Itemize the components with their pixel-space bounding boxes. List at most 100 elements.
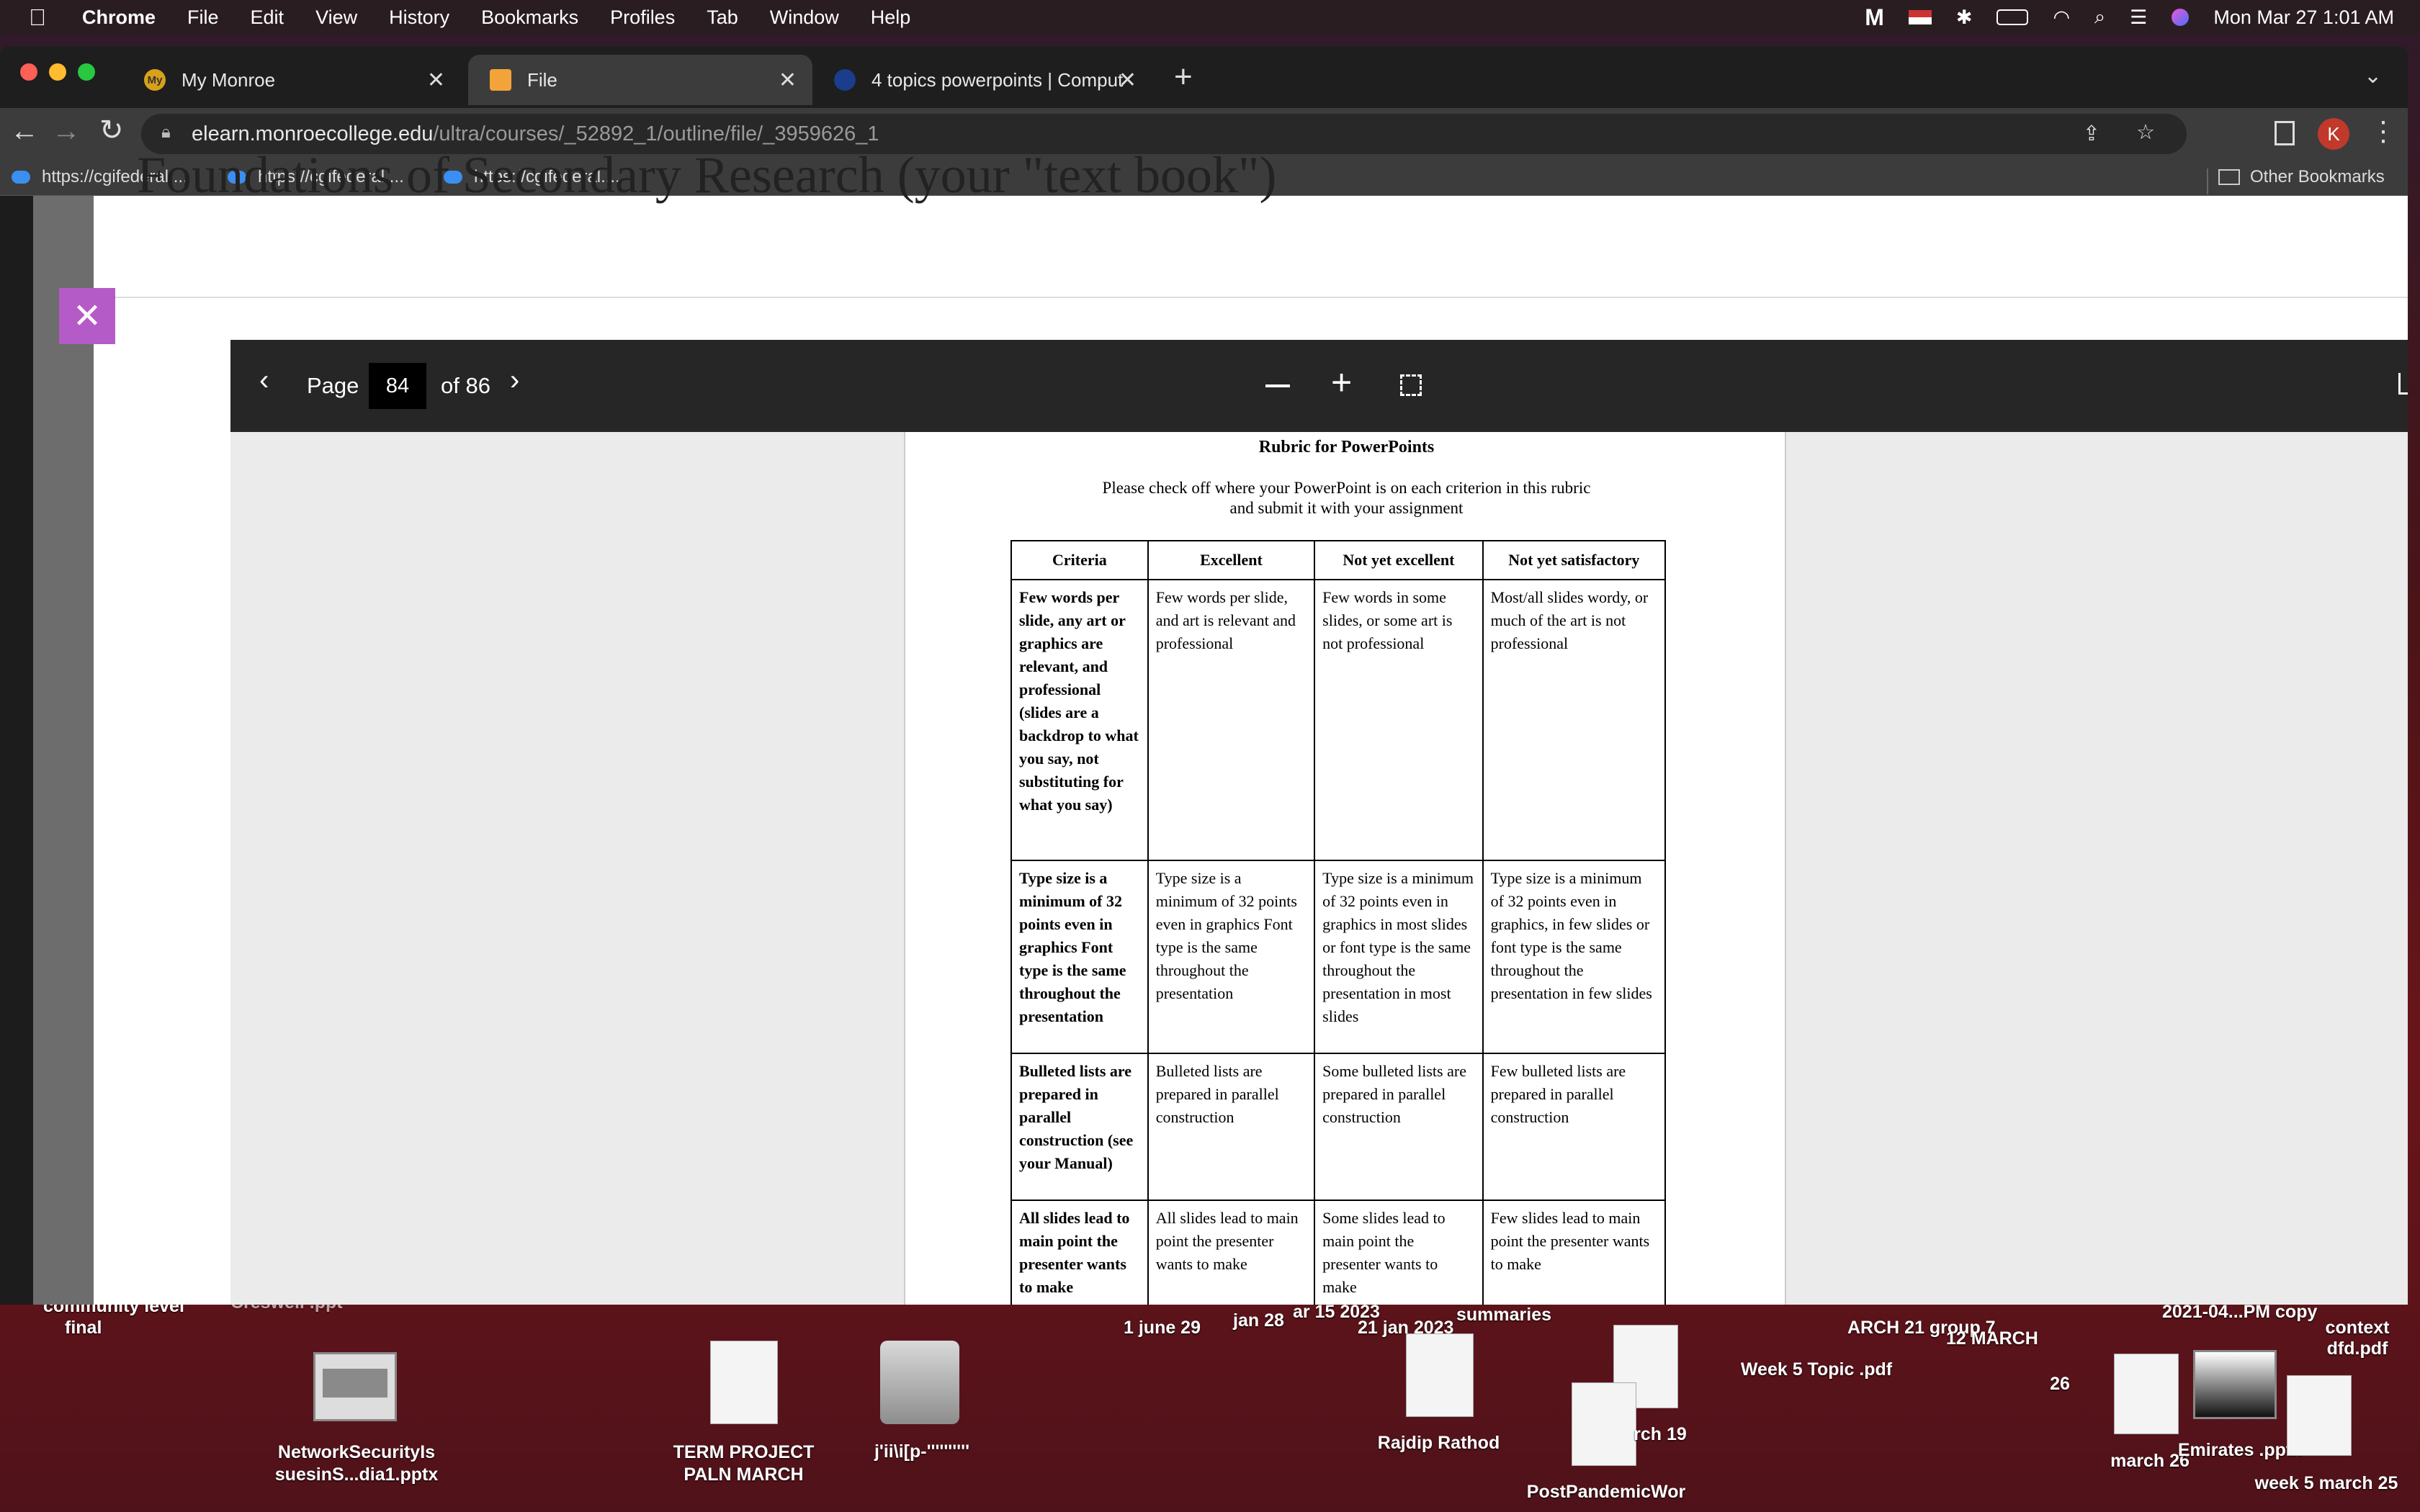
table-cell: Few bulleted lists are prepared in paral…	[1482, 1053, 1667, 1201]
close-tab-icon[interactable]: ✕	[1119, 68, 1137, 93]
column-header: Excellent	[1147, 540, 1316, 580]
desktop-label: 1 june 29	[1124, 1318, 1201, 1338]
bluetooth-icon[interactable]: ✱	[1956, 6, 1973, 29]
back-button[interactable]: ←	[10, 115, 39, 148]
table-cell: Type size is a minimum of 32 points even…	[1314, 860, 1484, 1054]
tab-title: My Monroe	[182, 68, 276, 91]
menu-profiles[interactable]: Profiles	[610, 6, 675, 29]
desktop-icon-label[interactable]: NetworkSecurityIs suesinS...dia1.pptx	[259, 1441, 454, 1486]
desktop-icon-label[interactable]: Week 5 Topic .pdf	[1730, 1359, 1903, 1380]
apple-icon[interactable]: 	[29, 4, 46, 31]
modal-backdrop	[33, 196, 94, 1305]
pdf-page: Rubric for PowerPoints Please check off …	[904, 432, 1786, 1305]
page-number-input[interactable]: 84	[369, 363, 426, 409]
criteria-cell: Few words per slide, any art or graphics…	[1010, 579, 1149, 861]
tab-search-icon[interactable]: ⌄	[2364, 63, 2382, 89]
us-flag-icon[interactable]	[1908, 10, 1932, 24]
more-menu-icon[interactable]: ⋮	[2370, 115, 2397, 148]
tab-file[interactable]: File ✕	[468, 55, 812, 105]
menu-edit[interactable]: Edit	[251, 6, 284, 29]
docx-file-icon[interactable]	[710, 1341, 778, 1424]
other-bookmarks-folder[interactable]: Other Bookmarks	[2218, 167, 2385, 187]
wifi-icon[interactable]: ◠	[2053, 6, 2070, 29]
table-cell: All slides lead to main point the presen…	[1147, 1200, 1316, 1305]
menubar-clock[interactable]: Mon Mar 27 1:01 AM	[2213, 6, 2394, 29]
forward-button[interactable]: →	[52, 115, 81, 148]
chrome-window: My My Monroe ✕ File ✕ 4 topics powerpoin…	[0, 46, 2408, 1305]
bookmark-star-icon[interactable]: ☆	[2136, 120, 2155, 145]
tab-strip: My My Monroe ✕ File ✕ 4 topics powerpoin…	[0, 46, 2408, 108]
rubric-table: Criteria Excellent Not yet excellent Not…	[1010, 540, 1667, 1305]
zoom-out-button[interactable]	[1265, 384, 1290, 387]
pdf-viewer: ‹ Page 84 of 86 › + Rubric for PowerPoin…	[230, 340, 2408, 1305]
tab-4-topics-powerpoints[interactable]: 4 topics powerpoints | Comput ✕	[812, 55, 1152, 105]
next-page-button[interactable]: ›	[510, 364, 519, 397]
desktop-icon-label[interactable]: rch 19	[1621, 1424, 1700, 1445]
desktop-icon-label[interactable]: 26	[2031, 1374, 2089, 1395]
zoom-window-icon[interactable]	[78, 63, 95, 81]
desktop-icon-label[interactable]: week 5 march 25	[2244, 1473, 2409, 1494]
docx-file-icon[interactable]	[2114, 1354, 2179, 1434]
pptx-file-icon[interactable]	[313, 1352, 397, 1421]
previous-page-button[interactable]: ‹	[259, 364, 269, 397]
close-window-icon[interactable]	[20, 63, 37, 81]
profile-avatar[interactable]: K	[2318, 118, 2349, 150]
lock-icon[interactable]: 🔒︎	[161, 122, 171, 143]
my-monroe-favicon: My	[144, 69, 166, 91]
desktop-icon-label[interactable]: Rajdip Rathod	[1368, 1433, 1509, 1454]
desktop-icon-label[interactable]: TERM PROJECT PALN MARCH	[648, 1441, 839, 1486]
desktop-icon-label[interactable]: PostPandemicWor	[1520, 1482, 1693, 1503]
close-tab-icon[interactable]: ✕	[427, 68, 445, 93]
fullscreen-icon[interactable]	[1400, 374, 1422, 396]
table-row: All slides lead to main point the presen…	[1010, 1200, 1667, 1305]
criteria-cell: Type size is a minimum of 32 points even…	[1010, 860, 1149, 1054]
siri-icon[interactable]	[2172, 9, 2190, 26]
tab-title: 4 topics powerpoints | Comput	[871, 68, 1124, 91]
page-label: Page	[307, 373, 359, 398]
table-cell: Few slides lead to main point the presen…	[1482, 1200, 1667, 1305]
malwarebytes-icon[interactable]: M	[1865, 4, 1884, 31]
close-icon: ✕	[72, 297, 102, 336]
menu-view[interactable]: View	[315, 6, 357, 29]
docx-file-icon[interactable]	[2287, 1375, 2352, 1456]
table-cell: Type size is a minimum of 32 points even…	[1482, 860, 1667, 1054]
table-cell: Some bulleted lists are prepared in para…	[1314, 1053, 1484, 1201]
menu-history[interactable]: History	[389, 6, 449, 29]
reload-button[interactable]: ↻	[99, 114, 124, 147]
course-favicon	[834, 69, 856, 91]
close-viewer-button[interactable]: ✕	[59, 288, 115, 344]
table-cell: Bulleted lists are prepared in parallel …	[1147, 1053, 1316, 1201]
new-tab-button[interactable]: +	[1174, 59, 1193, 95]
table-header-row: Criteria Excellent Not yet excellent Not…	[1010, 540, 1667, 580]
table-row: Type size is a minimum of 32 points even…	[1010, 860, 1667, 1054]
desktop-icon-label[interactable]: j'ii\i[p-''''''''''	[857, 1441, 987, 1462]
battery-icon[interactable]	[1996, 9, 2029, 25]
table-cell: Some slides lead to main point the prese…	[1314, 1200, 1484, 1305]
document-instructions: Please check off where your PowerPoint i…	[1102, 479, 1591, 517]
side-panel-icon[interactable]	[2275, 121, 2295, 145]
share-icon[interactable]: ⇪	[2083, 121, 2100, 146]
close-tab-icon[interactable]: ✕	[779, 68, 797, 93]
download-icon[interactable]	[2398, 373, 2408, 395]
menu-app-name[interactable]: Chrome	[82, 6, 156, 29]
menu-window[interactable]: Window	[770, 6, 839, 29]
docx-file-icon[interactable]	[1406, 1333, 1474, 1417]
zoom-in-button[interactable]: +	[1331, 364, 1352, 400]
disk-drive-icon[interactable]	[880, 1341, 959, 1424]
column-header: Not yet excellent	[1314, 540, 1484, 580]
desktop-label: 12 MARCH	[1946, 1328, 2038, 1349]
criteria-cell: All slides lead to main point the presen…	[1010, 1200, 1149, 1305]
pdf-toolbar: ‹ Page 84 of 86 › +	[230, 340, 2408, 432]
folder-icon	[2218, 169, 2240, 185]
control-center-icon[interactable]: ☰	[2130, 6, 2147, 29]
menu-bookmarks[interactable]: Bookmarks	[481, 6, 578, 29]
desktop-label: summaries	[1456, 1305, 1552, 1325]
pptx-file-icon[interactable]	[2193, 1350, 2277, 1419]
column-header: Criteria	[1010, 540, 1149, 580]
spotlight-search-icon[interactable]: ⌕	[2094, 6, 2105, 29]
menu-tab[interactable]: Tab	[707, 6, 738, 29]
menu-help[interactable]: Help	[871, 6, 911, 29]
minimize-window-icon[interactable]	[49, 63, 66, 81]
menu-file[interactable]: File	[187, 6, 219, 29]
tab-my-monroe[interactable]: My My Monroe ✕	[122, 55, 461, 105]
